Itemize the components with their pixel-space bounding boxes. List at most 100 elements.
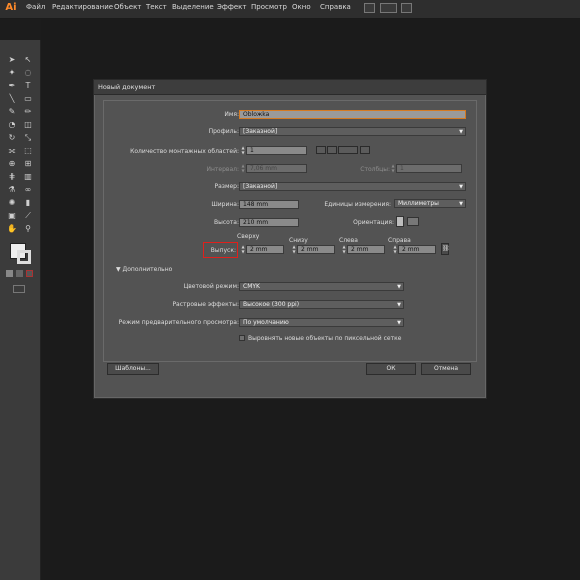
preview-mode-label: Режим предварительного просмотра:: [118, 319, 239, 326]
pen-tool-icon[interactable]: ✒: [6, 80, 18, 91]
menu-view[interactable]: Просмотр: [251, 3, 287, 11]
menu-effect[interactable]: Эффект: [217, 3, 246, 11]
color-mode-value: CMYK: [243, 283, 260, 290]
menu-help[interactable]: Справка: [320, 3, 351, 11]
arrange-documents-icon[interactable]: [380, 3, 397, 13]
link-icon[interactable]: ⛓: [441, 243, 450, 255]
chevron-down-icon: ▼: [459, 184, 463, 190]
height-label: Высота:: [213, 219, 239, 226]
hand-tool-icon[interactable]: ✋: [6, 223, 18, 234]
selection-tool-icon[interactable]: ➤: [6, 54, 18, 65]
units-label: Единицы измерения:: [324, 201, 391, 208]
raster-effects-value: Высокое (300 ppi): [243, 301, 300, 308]
bleed-left-input[interactable]: 2 mm: [347, 245, 385, 254]
pencil-tool-icon[interactable]: ✏: [22, 106, 34, 117]
interval-input: 7,06 mm: [246, 164, 307, 173]
mesh-tool-icon[interactable]: ⋕: [6, 171, 18, 182]
chevron-down-icon: ▼: [459, 201, 463, 207]
direct-selection-tool-icon[interactable]: ↖: [22, 54, 34, 65]
align-pixel-grid-checkbox[interactable]: [239, 335, 245, 341]
columns-input: 1: [396, 164, 462, 173]
width-tool-icon[interactable]: ⟗: [6, 145, 18, 156]
workspace-icon[interactable]: [401, 3, 412, 13]
eraser-tool-icon[interactable]: ◫: [22, 119, 34, 130]
zoom-tool-icon[interactable]: ⚲: [22, 223, 34, 234]
portrait-orientation-icon[interactable]: [396, 216, 404, 227]
height-input[interactable]: 210 mm: [239, 218, 299, 227]
scale-tool-icon[interactable]: ⤡: [22, 132, 34, 143]
preview-mode-select[interactable]: По умолчанию ▼: [239, 318, 404, 327]
landscape-orientation-icon[interactable]: [407, 217, 419, 226]
none-mode-icon[interactable]: [26, 270, 33, 277]
menu-file[interactable]: Файл: [26, 3, 45, 11]
bleed-left-label: Слева: [339, 237, 358, 244]
perspective-grid-tool-icon[interactable]: ⊞: [22, 158, 34, 169]
artboards-label: Количество монтажных областей:: [130, 148, 239, 155]
gradient-mode-icon[interactable]: [16, 270, 23, 277]
blend-tool-icon[interactable]: ∞: [22, 184, 34, 195]
bleed-top-input[interactable]: 2 mm: [246, 245, 284, 254]
type-tool-icon[interactable]: T: [22, 80, 34, 91]
line-tool-icon[interactable]: ╲: [6, 93, 18, 104]
width-input[interactable]: 148 mm: [239, 200, 299, 209]
new-document-dialog: Новый документ Имя: Obloжka Профиль: [За…: [93, 79, 487, 399]
stroke-swatch[interactable]: [17, 250, 31, 264]
screen-mode-icon[interactable]: [13, 285, 25, 293]
bridge-icon[interactable]: [364, 3, 375, 13]
rotate-tool-icon[interactable]: ↻: [6, 132, 18, 143]
advanced-header: Дополнительно: [122, 266, 173, 273]
templates-button[interactable]: Шаблоны...: [107, 363, 159, 375]
menu-object[interactable]: Объект: [114, 3, 141, 11]
menu-select[interactable]: Выделение: [172, 3, 214, 11]
gradient-tool-icon[interactable]: ▥: [22, 171, 34, 182]
orientation-label: Ориентация:: [353, 219, 394, 226]
dialog-title: Новый документ: [98, 83, 156, 91]
bleed-bottom-input[interactable]: 2 mm: [297, 245, 335, 254]
tools-panel: ➤ ↖ ✦ ◌ ✒ T ╲ ▭ ✎ ✏ ◔ ◫ ↻ ⤡ ⟗ ⬚ ⊕ ⊞ ⋕ ▥ …: [0, 40, 41, 580]
column-graph-tool-icon[interactable]: ▮: [22, 197, 34, 208]
symbol-sprayer-tool-icon[interactable]: ✺: [6, 197, 18, 208]
rectangle-tool-icon[interactable]: ▭: [22, 93, 34, 104]
chevron-down-icon: ▼: [397, 284, 401, 290]
menu-edit[interactable]: Редактирование: [52, 3, 113, 11]
color-mode-label: Цветовой режим:: [183, 283, 239, 290]
bleed-right-input[interactable]: 2 mm: [398, 245, 436, 254]
menu-text[interactable]: Текст: [146, 3, 167, 11]
raster-effects-label: Растровые эффекты:: [172, 301, 239, 308]
advanced-toggle[interactable]: ▼ Дополнительно: [116, 266, 172, 273]
size-value: [Заказной]: [243, 183, 278, 190]
chevron-down-icon: ▼: [397, 302, 401, 308]
preview-mode-value: По умолчанию: [243, 319, 289, 326]
bleed-label: Выпуск:: [210, 247, 236, 254]
units-value: Миллиметры: [398, 200, 439, 207]
eyedropper-tool-icon[interactable]: ⚗: [6, 184, 18, 195]
blob-brush-tool-icon[interactable]: ◔: [6, 119, 18, 130]
color-mode-select[interactable]: CMYK ▼: [239, 282, 404, 291]
width-label: Ширина:: [211, 201, 239, 208]
lasso-tool-icon[interactable]: ◌: [22, 67, 34, 78]
artboard-tool-icon[interactable]: ▣: [6, 210, 18, 221]
align-pixel-grid-label: Выровнять новые объекты по пиксельной се…: [248, 335, 402, 342]
grid-by-row-icon: [316, 146, 326, 154]
size-select[interactable]: [Заказной] ▼: [239, 182, 466, 191]
slice-tool-icon[interactable]: ⟋: [22, 210, 34, 221]
chevron-down-icon: ▼: [397, 320, 401, 326]
free-transform-tool-icon[interactable]: ⬚: [22, 145, 34, 156]
raster-effects-select[interactable]: Высокое (300 ppi) ▼: [239, 300, 404, 309]
artboards-input[interactable]: 1: [246, 146, 307, 155]
size-label: Размер:: [214, 183, 239, 190]
paintbrush-tool-icon[interactable]: ✎: [6, 106, 18, 117]
interval-label: Интервал:: [206, 166, 239, 173]
shape-builder-tool-icon[interactable]: ⊕: [6, 158, 18, 169]
units-select[interactable]: Миллиметры ▼: [394, 199, 466, 208]
grid-by-column-icon: [327, 146, 337, 154]
bleed-right-label: Справа: [388, 237, 411, 244]
cancel-button[interactable]: Отмена: [421, 363, 471, 375]
illustrator-logo: Ai: [5, 2, 17, 13]
bleed-top-label: Сверху: [237, 233, 260, 240]
magic-wand-tool-icon[interactable]: ✦: [6, 67, 18, 78]
ok-button[interactable]: ОК: [366, 363, 416, 375]
columns-label: Столбцы:: [360, 166, 390, 173]
color-mode-icon[interactable]: [6, 270, 13, 277]
menu-window[interactable]: Окно: [292, 3, 311, 11]
